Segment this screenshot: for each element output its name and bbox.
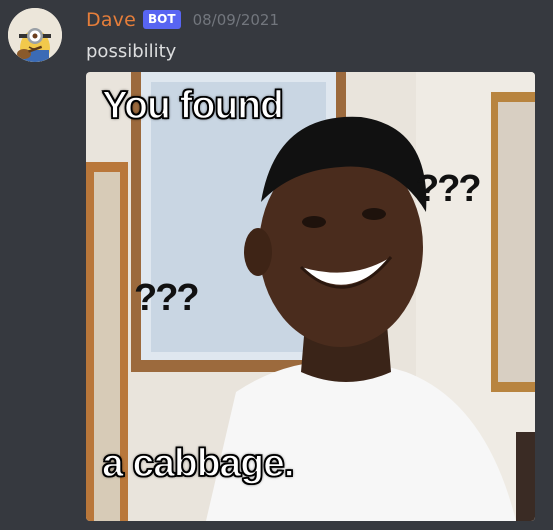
message-header: Dave BOT 08/09/2021 [86,8,279,32]
message-timestamp: 08/09/2021 [192,11,280,29]
author-avatar[interactable] [8,8,62,62]
question-marks-right: ??? [416,168,482,210]
minion-icon [8,8,62,62]
author-username[interactable]: Dave [86,9,136,31]
bot-badge: BOT [143,9,181,29]
chat-message: Dave BOT 08/09/2021 possibility You foun… [0,0,553,530]
message-content: possibility [86,41,177,62]
question-marks-left: ??? [134,277,200,319]
image-attachment[interactable]: You found ??? ??? a cabbage. [86,72,535,521]
meme-caption-top: You found [101,83,284,128]
meme-caption-bottom: a cabbage. [101,441,295,486]
